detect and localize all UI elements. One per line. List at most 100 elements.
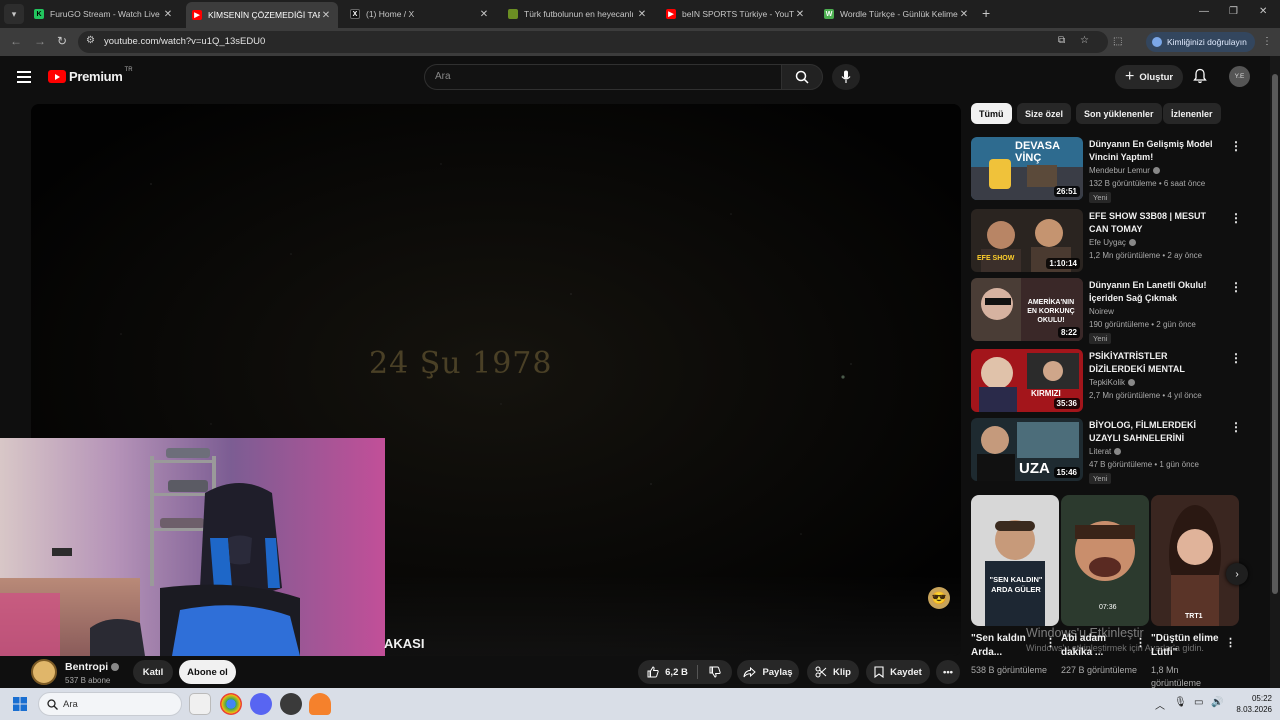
shorts-next-button[interactable]: › xyxy=(1226,563,1248,585)
close-icon[interactable]: ✕ xyxy=(636,9,648,20)
clock-time: 05:22 xyxy=(1251,694,1272,703)
recommendation-item[interactable]: KIRMIZI 35:36 PSİKİYATRİSTLER DİZİLERDEK… xyxy=(971,349,1242,413)
browser-tab-youtube-video[interactable]: ▶ KİMSENİN ÇÖZEMEDİĞİ TARİHİ ✕ xyxy=(186,2,338,28)
page-scrollbar-thumb[interactable] xyxy=(1272,74,1278,594)
taskbar-clock[interactable]: 05:22 8.03.2026 xyxy=(1222,693,1272,715)
more-vertical-icon[interactable]: ⋮ xyxy=(1230,211,1242,225)
chip-for-you[interactable]: Size özel xyxy=(1017,103,1072,124)
share-button[interactable]: Paylaş xyxy=(737,660,799,684)
video-thumbnail[interactable]: AMERİKA'NIN EN KORKUNÇ OKULU! 8:22 xyxy=(971,278,1083,341)
more-vertical-icon[interactable]: ⋮ xyxy=(1230,351,1242,365)
thumbnail-text: UZA xyxy=(1019,460,1050,477)
video-channel[interactable]: Noirew xyxy=(1089,307,1114,316)
browser-tab-furugo[interactable]: K FuruGO Stream - Watch Live on ✕ xyxy=(28,2,180,26)
chip-all[interactable]: Tümü xyxy=(971,103,1012,124)
video-channel[interactable]: Efe Uygaç xyxy=(1089,238,1136,247)
obs-icon[interactable] xyxy=(280,693,302,715)
more-vertical-icon[interactable]: ⋮ xyxy=(1230,139,1242,153)
bookmark-star-icon[interactable]: ☆ xyxy=(1080,35,1089,46)
minimize-button[interactable]: — xyxy=(1199,6,1209,17)
notifications-button[interactable] xyxy=(1193,68,1207,89)
verified-badge-icon xyxy=(1128,239,1136,247)
recommendation-item[interactable]: DEVASA VİNÇ 26:51 Dünyanın En Gelişmiş M… xyxy=(971,137,1242,203)
subscribe-button[interactable]: Abone ol xyxy=(179,660,236,684)
microphone-icon xyxy=(841,70,851,83)
recommendation-item[interactable]: AMERİKA'NIN EN KORKUNÇ OKULU! 8:22 Dünya… xyxy=(971,278,1242,344)
hamburger-menu-icon[interactable] xyxy=(17,71,31,86)
cloud-app-icon[interactable] xyxy=(309,693,331,715)
thumbnail-text: EFE SHOW xyxy=(977,255,1015,262)
chrome-icon[interactable] xyxy=(220,693,242,715)
more-actions-button[interactable]: ••• xyxy=(936,660,960,684)
browser-tab-bein-sports[interactable]: ▶ beIN SPORTS Türkiye - YouTube ✕ xyxy=(660,2,812,26)
close-icon[interactable]: ✕ xyxy=(794,9,806,20)
video-thumbnail[interactable]: UZA 15:46 xyxy=(971,418,1083,481)
video-thumbnail[interactable]: EFE SHOW 1:10:14 xyxy=(971,209,1083,272)
browser-tab-turk-futbolu[interactable]: Türk futbolunun en heyecanlı m ✕ xyxy=(502,2,654,26)
video-channel[interactable]: Literat xyxy=(1089,447,1122,456)
discord-icon[interactable] xyxy=(250,693,272,715)
recommendation-item[interactable]: UZA 15:46 BİYOLOG, FİLMLERDEKİ UZAYLI SA… xyxy=(971,418,1242,484)
close-icon[interactable]: ✕ xyxy=(478,9,490,20)
restore-button[interactable]: ❐ xyxy=(1229,6,1238,17)
thumbnail-text: KIRMIZI xyxy=(1031,389,1061,398)
forward-arrow-icon[interactable]: → xyxy=(34,34,46,48)
microphone-icon[interactable]: 🎙 xyxy=(1174,697,1187,708)
more-vertical-icon[interactable]: ⋮ xyxy=(1230,420,1242,434)
browser-menu-icon[interactable]: ⋮ xyxy=(1262,36,1272,47)
taskbar-search-box[interactable]: Ara xyxy=(38,692,182,716)
chip-watched[interactable]: İzlenenler xyxy=(1163,103,1221,124)
like-button[interactable]: 6,2 B xyxy=(638,660,697,684)
new-tab-button[interactable]: + xyxy=(982,5,990,21)
chevron-up-icon[interactable]: ︿ xyxy=(1155,697,1165,712)
short-views: 227 B görüntüleme xyxy=(1061,665,1138,675)
short-video-card[interactable]: 07:36 xyxy=(1061,495,1149,626)
site-info-icon[interactable]: ⚙ xyxy=(86,35,95,46)
youtube-favicon-icon: ▶ xyxy=(192,10,202,20)
bookmark-icon xyxy=(874,666,884,678)
profile-verify-button[interactable]: Kimliğinizi doğrulayın xyxy=(1146,32,1255,52)
close-icon[interactable]: ✕ xyxy=(958,9,970,20)
tab-search-button[interactable]: ▾ xyxy=(4,4,24,24)
logo-text: Premium xyxy=(69,69,123,84)
channel-name[interactable]: Bentropi xyxy=(65,661,120,673)
browser-tab-x-home[interactable]: X (1) Home / X ✕ xyxy=(344,2,496,26)
chip-recently-uploaded[interactable]: Son yüklenenler xyxy=(1076,103,1162,124)
windows-activation-watermark-title: Windows'u Etkinleştir xyxy=(1026,626,1144,640)
join-button[interactable]: Katıl xyxy=(133,660,173,684)
recommendation-item[interactable]: EFE SHOW 1:10:14 EFE SHOW S3B08 | MESUT … xyxy=(971,209,1242,273)
search-button[interactable] xyxy=(781,64,823,90)
more-horizontal-icon: ••• xyxy=(943,666,953,678)
voice-search-button[interactable] xyxy=(832,64,860,90)
account-avatar[interactable]: Y.E xyxy=(1229,66,1250,87)
install-app-icon[interactable]: ⧉ xyxy=(1058,35,1065,46)
video-thumbnail[interactable]: DEVASA VİNÇ 26:51 xyxy=(971,137,1083,200)
close-icon[interactable]: ✕ xyxy=(162,9,174,20)
dislike-button[interactable] xyxy=(698,660,732,684)
video-channel[interactable]: Mendebur Lemur xyxy=(1089,166,1160,175)
more-vertical-icon[interactable]: ⋮ xyxy=(1225,636,1236,649)
save-button[interactable]: Kaydet xyxy=(866,660,930,684)
youtube-premium-logo[interactable]: Premium TR xyxy=(48,67,133,84)
windows-start-icon[interactable] xyxy=(13,697,27,716)
clip-button[interactable]: Klip xyxy=(807,660,859,684)
short-thumbnail-image xyxy=(1151,495,1239,626)
video-channel[interactable]: TepkiKolik xyxy=(1089,378,1136,387)
more-vertical-icon[interactable]: ⋮ xyxy=(1230,280,1242,294)
short-video-card[interactable]: "SEN KALDIN" ARDA GÜLER xyxy=(971,495,1059,626)
close-window-button[interactable]: ✕ xyxy=(1259,6,1267,17)
back-arrow-icon[interactable]: ← xyxy=(10,34,22,48)
address-bar[interactable]: ⚙ youtube.com/watch?v=u1Q_13sEDU0 ⧉ ☆ xyxy=(78,31,1108,53)
file-app-icon[interactable] xyxy=(189,693,211,715)
network-icon[interactable]: ▭ xyxy=(1194,697,1203,708)
short-video-card[interactable]: TRT1 xyxy=(1151,495,1239,626)
close-icon[interactable]: ✕ xyxy=(320,10,332,21)
create-button[interactable]: + Oluştur xyxy=(1115,65,1184,89)
video-thumbnail[interactable]: KIRMIZI 35:36 xyxy=(971,349,1083,412)
short-thumbnail-text: TRT1 xyxy=(1185,613,1203,620)
extensions-icon[interactable]: ⬚ xyxy=(1113,36,1122,47)
reload-icon[interactable]: ↻ xyxy=(57,34,67,48)
channel-avatar[interactable] xyxy=(31,659,57,685)
browser-tab-wordle[interactable]: W Wordle Türkçe - Günlük Kelime ✕ xyxy=(818,2,976,26)
search-input[interactable] xyxy=(435,71,765,82)
